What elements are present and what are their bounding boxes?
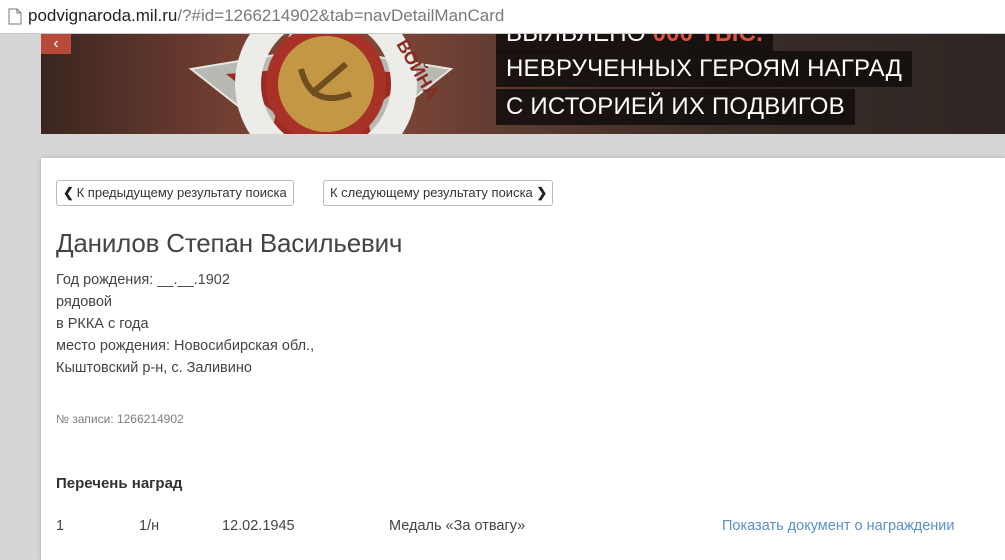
rank: рядовой [56,294,112,310]
url-path: /?#id=1266214902&tab=navDetailManCard [177,6,505,25]
awards-title: Перечень наград [56,475,183,492]
prev-result-button[interactable]: ❮ К предыдущему результату поиска [56,180,294,206]
banner-line0-accent: 000 ТЫС. [653,34,763,47]
birthplace-line-1: место рождения: Новосибирская обл., [56,338,315,354]
record-number: № записи: 1266214902 [56,412,184,426]
birth-year: Год рождения: __.__.1902 [56,272,230,288]
banner-line-0: ВЫЯВЛЕНО 000 ТЫС. [496,34,774,52]
person-info: Год рождения: __.__.1902 рядовой в РККА … [56,269,314,379]
person-card: ❮ К предыдущему результату поиска К след… [41,158,1005,560]
banner-line-1: НЕВРУЧЕННЫХ ГЕРОЯМ НАГРАД [496,51,913,87]
show-award-document-link[interactable]: Показать документ о награждении [722,518,955,534]
award-name: Медаль «За отвагу» [389,518,526,534]
prev-result-label: К предыдущему результату поиска [76,185,287,200]
award-number: 1 [56,518,65,534]
next-result-label: К следующему результату поиска [330,185,533,200]
award-order-number: 1/н [139,518,160,534]
url-text[interactable]: podvignaroda.mil.ru/?#id=1266214902&tab=… [28,6,504,26]
banner-line-2: С ИСТОРИЕЙ ИХ ПОДВИГОВ [496,89,855,125]
award-row: 1 1/н 12.02.1945 Медаль «За отвагу» Пока… [41,518,1005,540]
next-result-button[interactable]: К следующему результату поиска ❯ [323,180,554,206]
chevron-left-icon: ❮ [63,185,74,200]
service-start: в РККА с года [56,316,149,332]
banner-line0-prefix: ВЫЯВЛЕНО [506,34,646,47]
chevron-right-icon: ❯ [536,185,548,200]
banner-prev-arrow[interactable]: ‹ [41,34,71,54]
medal-image: ВОЙНА [188,34,454,134]
birthplace-line-2: Кыштовский р-н, с. Заливино [56,360,252,376]
page-icon [8,8,22,30]
url-host: podvignaroda.mil.ru [28,6,178,25]
hero-banner: ВОЙНА ‹ ВЫЯВЛЕНО 000 ТЫС. НЕВРУЧЕННЫХ ГЕ… [41,34,1005,134]
address-bar[interactable]: podvignaroda.mil.ru/?#id=1266214902&tab=… [0,0,1005,34]
award-date: 12.02.1945 [222,518,295,534]
person-name: Данилов Степан Васильевич [56,228,403,258]
